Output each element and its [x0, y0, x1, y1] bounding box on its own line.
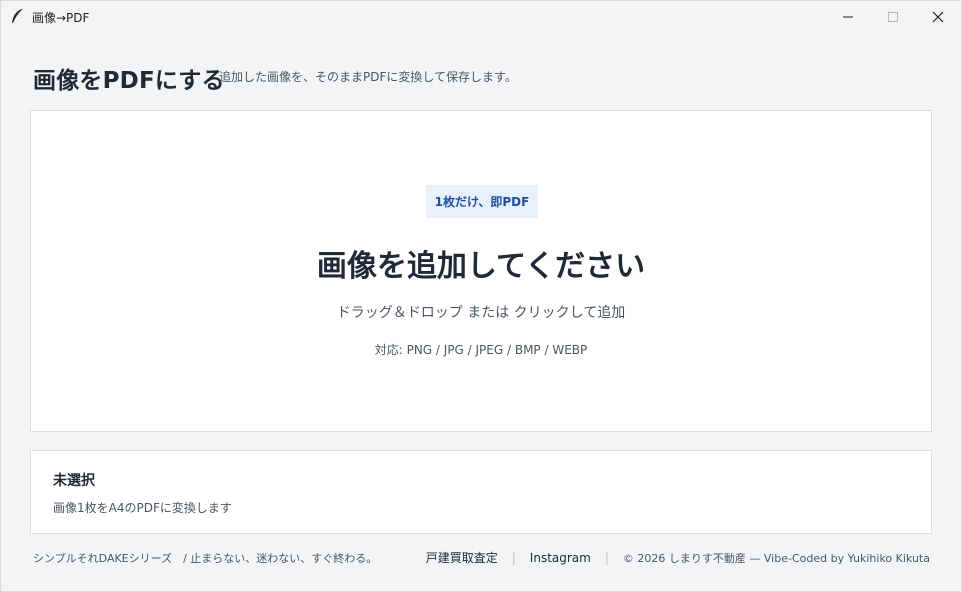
close-icon: [932, 11, 944, 23]
close-button[interactable]: [915, 1, 961, 32]
window-title: 画像→PDF: [32, 11, 90, 25]
footer-tagline: シンプルそれDAKEシリーズ / 止まらない、迷わない、すぐ終わる。: [33, 552, 378, 565]
supported-formats: 対応: PNG / JPG / JPEG / BMP / WEBP: [374, 343, 588, 357]
footer-links: 戸建買取査定 | Instagram | © 2026 しまりす不動産 — Vi…: [426, 549, 930, 566]
minimize-button[interactable]: [825, 1, 871, 32]
copyright-text: © 2026 しまりす不動産 — Vibe-Coded by Yukihiko …: [622, 551, 930, 565]
feature-badge: 1枚だけ、即PDF: [426, 185, 538, 218]
dropzone-heading: 画像を追加してください: [316, 249, 646, 284]
page-subtitle: 追加した画像を、そのままPDFに変換して保存します。: [219, 70, 517, 84]
footer-separator: |: [511, 550, 516, 565]
maximize-button[interactable]: [870, 1, 916, 32]
minimize-icon: [843, 12, 853, 22]
maximize-icon: [888, 11, 898, 22]
image-dropzone[interactable]: 1枚だけ、即PDF 画像を追加してください ドラッグ＆ドロップ または クリック…: [30, 110, 932, 432]
app-window: 画像→PDF 画像をPDFにする 追加した画像を、そのままPDFに変換して保存し…: [0, 0, 962, 592]
instagram-link[interactable]: Instagram: [530, 551, 591, 565]
dropzone-instruction: ドラッグ＆ドロップ または クリックして追加: [336, 305, 626, 321]
status-panel: 未選択 画像1枚をA4のPDFに変換します: [30, 450, 932, 534]
footer-separator: |: [604, 550, 609, 565]
page-title: 画像をPDFにする: [33, 68, 225, 94]
status-description: 画像1枚をA4のPDFに変換します: [53, 501, 232, 515]
feather-icon: [10, 8, 24, 24]
appraisal-link[interactable]: 戸建買取査定: [426, 549, 498, 566]
status-title: 未選択: [53, 473, 95, 489]
title-bar[interactable]: 画像→PDF: [1, 1, 961, 32]
